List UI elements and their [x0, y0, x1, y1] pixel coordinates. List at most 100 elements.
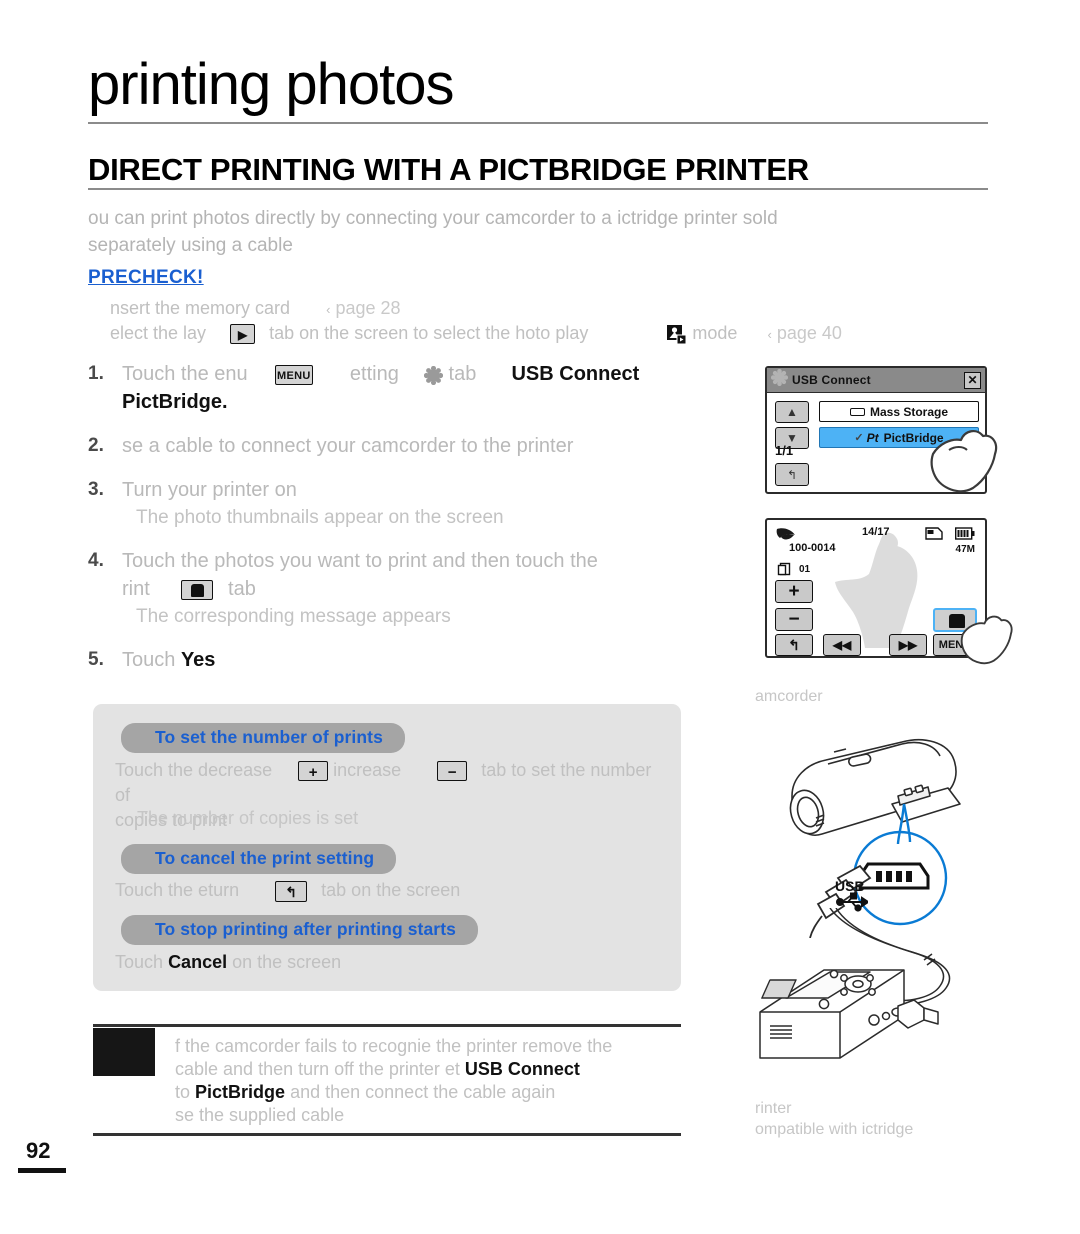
- step-3-number: 3.: [88, 479, 104, 500]
- step-4-text-3: tab: [228, 578, 256, 600]
- increase-copies-button[interactable]: +: [775, 580, 813, 603]
- step-5-bold: Yes: [180, 649, 216, 671]
- intro-paragraph: ou can print photos directly by connecti…: [88, 205, 828, 259]
- printer-caption: rinter ompatible with ictridge: [755, 1098, 913, 1140]
- infobox-sub-1: The number of copies is set: [137, 808, 359, 828]
- precheck-item-2-text-after: mode: [692, 323, 738, 343]
- step-3: 3. Turn your printer on The photo thumbn…: [88, 476, 748, 531]
- note-line-3a: to: [175, 1082, 191, 1102]
- steps-list: 1. Touch the enu MENU etting tab USB Con…: [88, 360, 748, 688]
- precheck-item-2-text-before: elect the lay: [110, 323, 207, 343]
- menu-tab-button[interactable]: MENU: [933, 634, 977, 656]
- usb-dialog-body: ▲ ▼ 1/1 ↰ Mass Storage ✓ Pt PictBridge: [767, 393, 985, 492]
- printer-illustration: [759, 908, 951, 1059]
- precheck-item-1-text: nsert the memory card: [110, 298, 291, 318]
- usb-option-mass-storage-label: Mass Storage: [869, 404, 949, 419]
- usb-dialog-gear-icon: [770, 368, 789, 391]
- memory-remaining: 47M: [955, 544, 975, 555]
- note-line-2a: cable and then turn off the printer et: [175, 1059, 460, 1079]
- printer-caption-line-1: rinter: [755, 1100, 792, 1117]
- camcorder-illustration: [789, 738, 961, 938]
- previous-photo-button[interactable]: ◀◀: [823, 634, 861, 656]
- scroll-up-button[interactable]: ▲: [775, 401, 809, 423]
- pictbridge-logo-icon: Pt: [866, 430, 879, 445]
- step-5-text: Touch: [122, 649, 176, 671]
- usb-option-pictbridge[interactable]: ✓ Pt PictBridge: [819, 427, 979, 448]
- step-1: 1. Touch the enu MENU etting tab USB Con…: [88, 360, 748, 416]
- copies-stack-icon: [777, 562, 793, 582]
- infobox-text-2: Touch the eturn ↰ tab on the screen: [115, 878, 663, 903]
- intro-line-2: separately using a cable: [88, 235, 293, 256]
- pill-cancel-print-setting: To cancel the print setting: [121, 844, 397, 874]
- step-4-text-2: rint: [122, 578, 150, 600]
- copies-count: 01: [799, 564, 811, 575]
- page-title: printing photos: [88, 52, 454, 117]
- step-4: 4. Touch the photos you want to print an…: [88, 547, 748, 630]
- sd-card-icon: [925, 527, 943, 545]
- page-number-rule: [18, 1168, 66, 1173]
- close-icon[interactable]: ✕: [964, 371, 981, 389]
- precheck-item-1: nsert the memory card ‹ page 28: [110, 296, 910, 321]
- infobox-text-2b: tab on the screen: [321, 880, 461, 900]
- step-1-bold-1: USB Connect: [511, 363, 640, 385]
- step-5-number: 5.: [88, 649, 104, 670]
- intro-line-1: ou can print photos directly by connecti…: [88, 208, 778, 229]
- infobox-text-3-bold: Cancel: [168, 952, 228, 972]
- minus-tab-icon: −: [437, 761, 468, 782]
- infobox-text-3: Touch Cancel on the screen: [115, 950, 663, 975]
- title-divider: [88, 122, 988, 124]
- precheck-item-2-pageref: page 40: [776, 323, 842, 343]
- step-4-subtext: The corresponding message appears: [136, 606, 451, 627]
- print-tab-icon: [180, 579, 213, 600]
- note-divider-bottom: [93, 1133, 681, 1136]
- step-3-subtext: The photo thumbnails appear on the scree…: [136, 507, 504, 528]
- step-1-text-3: tab: [448, 363, 477, 385]
- mass-storage-icon: [849, 407, 865, 416]
- file-number: 100-0014: [789, 542, 836, 554]
- note-line-3c: and then connect the cable again: [290, 1082, 556, 1102]
- infobox-text-1a: Touch the decrease: [115, 760, 273, 780]
- note-text: f the camcorder fails to recognie the pr…: [175, 1035, 675, 1127]
- step-2-number: 2.: [88, 435, 104, 456]
- photo-playback-screen: 14/17 100-0014 01 47M + − ↰ ◀◀ ▶▶ MENU: [765, 518, 987, 658]
- step-3-text: Turn your printer on: [122, 479, 297, 501]
- return-tab-button[interactable]: ↰: [775, 634, 813, 656]
- play-tab-icon: ▶: [230, 324, 256, 345]
- usb-option-mass-storage[interactable]: Mass Storage: [819, 401, 979, 422]
- info-box: To set the number of prints Touch the de…: [93, 704, 681, 991]
- usb-dialog-title: USB Connect: [792, 373, 871, 387]
- infobox-text-3a: Touch: [115, 952, 164, 972]
- infobox-text-2a: Touch the eturn: [115, 880, 240, 900]
- note-line-4: se the supplied cable: [175, 1105, 345, 1125]
- precheck-heading: PRECHECK!: [88, 267, 204, 288]
- precheck-item-1-pageref: page 28: [335, 298, 401, 318]
- settings-gear-icon: [423, 365, 444, 386]
- step-1-number: 1.: [88, 363, 104, 384]
- step-1-bold-2: PictBridge.: [122, 391, 228, 413]
- print-tab-button[interactable]: [933, 608, 977, 632]
- pill-stop-printing: To stop printing after printing starts: [121, 915, 478, 945]
- return-tab-icon: ↰: [275, 880, 308, 902]
- battery-icon: [954, 527, 975, 545]
- usb-dialog-header: USB Connect ✕: [767, 368, 985, 393]
- step-2-text: se a cable to connect your camcorder to …: [122, 435, 574, 457]
- section-title: DIRECT PRINTING WITH A PICTBRIDGE PRINTE…: [88, 152, 809, 187]
- note-line-2b: USB Connect: [464, 1059, 580, 1079]
- next-photo-button[interactable]: ▶▶: [889, 634, 927, 656]
- step-2: 2. se a cable to connect your camcorder …: [88, 432, 748, 460]
- note-icon: [93, 1028, 155, 1076]
- return-button[interactable]: ↰: [775, 463, 809, 486]
- page-ref-chevron-icon: ‹: [326, 302, 331, 317]
- pill-set-number-of-prints: To set the number of prints: [121, 723, 405, 753]
- page-ref-chevron-icon-2: ‹: [767, 327, 772, 342]
- page-indicator: 1/1: [775, 443, 794, 458]
- photo-play-mode-icon: [666, 324, 687, 345]
- step-5: 5. Touch Yes: [88, 646, 748, 674]
- note-line-3b: PictBridge: [195, 1082, 286, 1102]
- check-icon: ✓: [854, 432, 864, 444]
- step-4-number: 4.: [88, 550, 104, 571]
- decrease-copies-button[interactable]: −: [775, 608, 813, 631]
- precheck-item-2: elect the lay ▶ tab on the screen to sel…: [110, 321, 910, 346]
- menu-icon: MENU: [274, 364, 313, 385]
- usb-connect-dialog: USB Connect ✕ ▲ ▼ 1/1 ↰ Mass Storage ✓ P…: [765, 366, 987, 494]
